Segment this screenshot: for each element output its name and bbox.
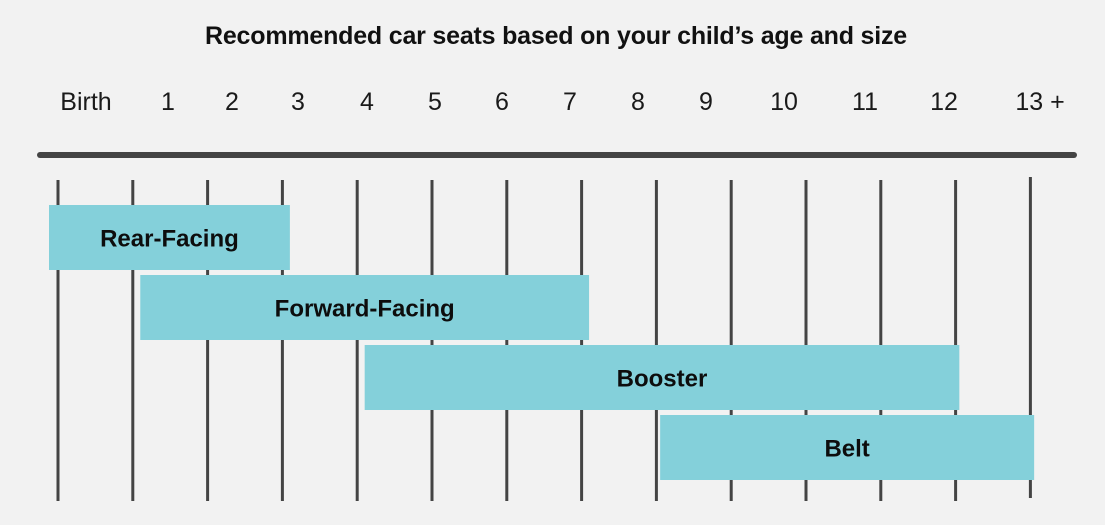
bar-label: Rear-Facing: [100, 226, 239, 253]
x-tick-label: 9: [699, 88, 713, 116]
x-tick-label: 1: [161, 88, 175, 116]
x-tick-label: 6: [495, 88, 509, 116]
x-tick-label: 5: [428, 88, 442, 116]
x-tick-label: Birth: [60, 88, 111, 116]
bar-label: Forward-Facing: [275, 296, 455, 323]
x-tick-labels: Birth 1 2 3 4 5 6 7 8 9 10 11 12 13 +: [60, 88, 1064, 116]
x-tick-label: 11: [852, 88, 878, 116]
x-tick-label: 7: [563, 88, 577, 116]
bars: Rear-Facing Forward-Facing Booster Belt: [49, 205, 1035, 480]
x-tick-label: 10: [770, 88, 798, 116]
x-tick-label: 2: [225, 88, 239, 116]
x-tick-label: 3: [291, 88, 305, 116]
x-tick-label: 12: [930, 88, 958, 116]
car-seat-chart: Birth 1 2 3 4 5 6 7 8 9 10 11 12 13 + Rear-FacingForw…: [37, 88, 1077, 501]
x-tick-label: 4: [360, 88, 374, 116]
x-tick-label: 8: [631, 88, 645, 116]
x-tick-label: 13 +: [1015, 88, 1064, 116]
bar-label: Belt: [824, 436, 869, 463]
bar-label: Booster: [617, 366, 708, 393]
